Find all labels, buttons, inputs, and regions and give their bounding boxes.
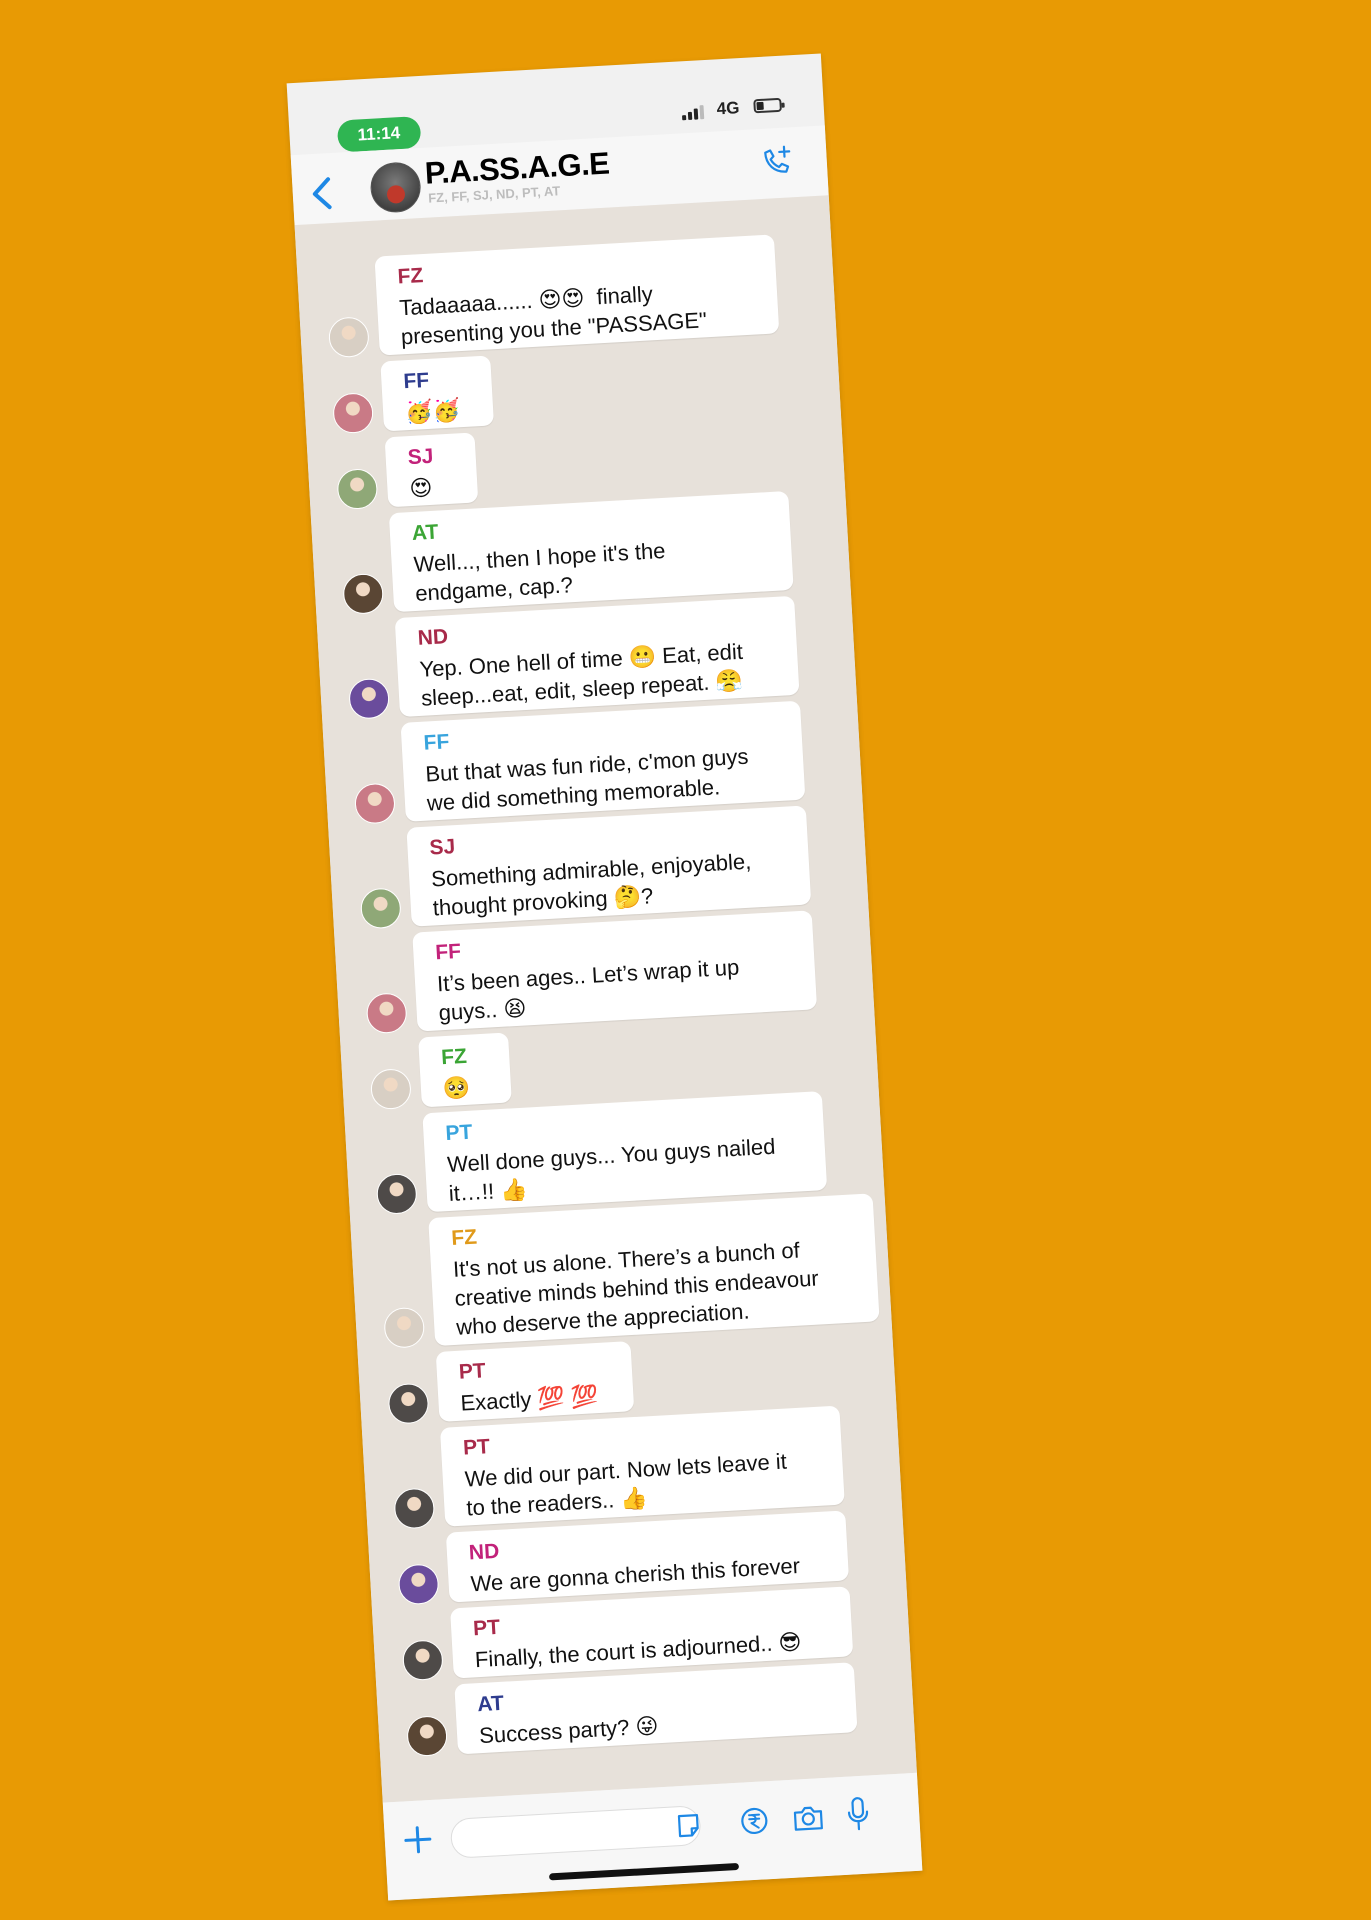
message-text: 😍 (408, 474, 434, 502)
sender-avatar[interactable] (327, 316, 370, 359)
camera-icon[interactable] (791, 1802, 825, 1834)
message-bubble[interactable]: FF But that was fun ride, c'mon guys we di… (400, 700, 806, 822)
message-bubble[interactable]: FZ Tadaaaaa...... 😍😍 finally presenting yo… (374, 234, 780, 356)
phone-screen: 11:14 4G P.A.SS.A.G.E FZ, FF, SJ, ND, PT… (286, 53, 923, 1901)
sender-avatar[interactable] (336, 467, 379, 511)
message-bubble[interactable]: ND Yep. One hell of time 😬 Eat, edit sleep… (394, 595, 800, 718)
sender-avatar[interactable] (375, 1172, 418, 1216)
sender-name: FF (402, 368, 430, 394)
message-text: 🥺 (442, 1074, 472, 1102)
sender-avatar[interactable] (406, 1715, 449, 1758)
message-bubble[interactable]: FZ 🥺 (418, 1032, 512, 1108)
sender-avatar[interactable] (353, 782, 397, 825)
message-text: Exactly 💯 💯 (459, 1383, 599, 1416)
message-bubble[interactable]: PT Exactly 💯 💯 (435, 1341, 635, 1422)
message-bubble[interactable]: PT We did our part. Now lets leave it to t… (439, 1405, 845, 1527)
message-bubble[interactable]: FF It’s been ages.. Let’s wrap it up guys.… (412, 910, 818, 1032)
back-icon[interactable] (306, 173, 338, 215)
sender-avatar[interactable] (348, 677, 391, 720)
sender-avatar[interactable] (332, 392, 375, 435)
payment-icon[interactable] (739, 1805, 771, 1837)
message-bubble[interactable]: FF 🥳🥳 (380, 355, 495, 432)
status-time: 11:14 (336, 116, 421, 153)
sender-name: PT (458, 1359, 487, 1384)
sender-avatar[interactable] (387, 1382, 430, 1425)
sender-avatar[interactable] (397, 1563, 440, 1606)
sender-avatar[interactable] (401, 1639, 444, 1682)
message-text: 🥳🥳 (404, 397, 461, 426)
microphone-icon[interactable] (845, 1796, 871, 1833)
sender-name: SJ (407, 444, 434, 470)
home-indicator[interactable] (548, 1862, 740, 1881)
plus-icon[interactable] (400, 1822, 436, 1858)
network-label: 4G (716, 98, 740, 119)
message-bubble[interactable]: AT Well..., then I hope it's the endgame, … (388, 490, 794, 613)
message-bubble[interactable]: FZ It's not us alone. There’s a bunch of c… (428, 1193, 880, 1347)
sticker-icon[interactable] (674, 1811, 704, 1841)
sender-name: FZ (440, 1044, 468, 1070)
sender-avatar[interactable] (365, 992, 408, 1035)
group-avatar[interactable] (369, 161, 422, 214)
sender-avatar[interactable] (393, 1487, 436, 1530)
sender-avatar[interactable] (359, 887, 402, 930)
message-input[interactable] (449, 1804, 702, 1859)
sender-avatar[interactable] (342, 572, 385, 615)
message-bubble[interactable]: SJ 😍 (384, 432, 479, 508)
battery-icon (753, 97, 782, 114)
sender-avatar[interactable] (383, 1306, 426, 1349)
add-call-icon[interactable] (759, 143, 795, 179)
signal-icon (682, 105, 705, 121)
message-bubble[interactable]: PT Well done guys... You guys nailed it…!!… (422, 1091, 828, 1213)
chat-area[interactable]: FZ Tadaaaaa...... 😍😍 finally presenting yo… (294, 195, 917, 1803)
message-bubble[interactable]: SJ Something admirable, enjoyable, thought… (406, 805, 812, 927)
sender-avatar[interactable] (369, 1068, 413, 1111)
